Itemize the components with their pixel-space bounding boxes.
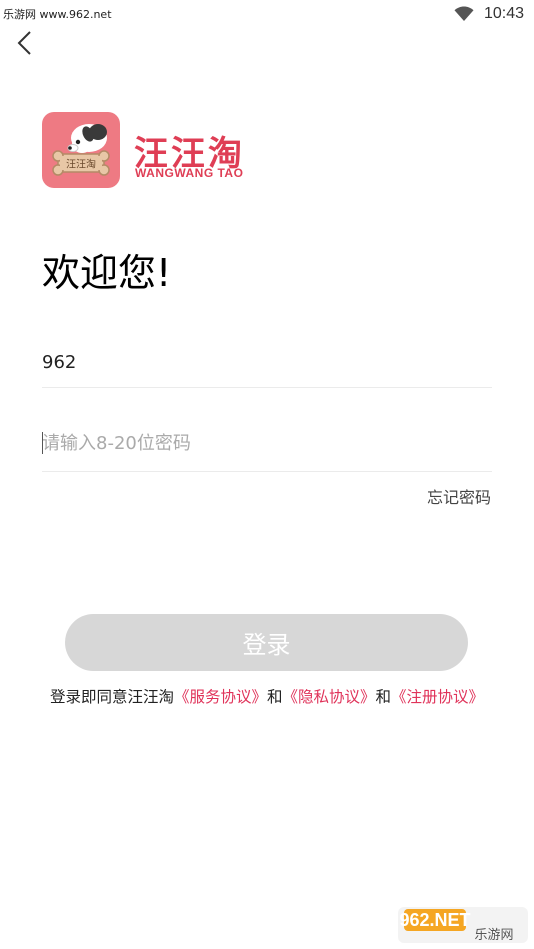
- status-time: 10:43: [483, 5, 524, 22]
- watermark-bottom-text: 乐游网: [474, 928, 513, 943]
- watermark-logo: 962.NET 乐游网: [398, 903, 528, 945]
- password-input[interactable]: [42, 420, 492, 466]
- wifi-icon: [454, 6, 474, 21]
- dog-logo-icon: 汪汪淘: [42, 112, 120, 188]
- password-field: [42, 420, 492, 472]
- agreement-text: 登录即同意汪汪淘《服务协议》和《隐私协议》和《注册协议》: [0, 685, 534, 707]
- agreement-and-2: 和: [375, 688, 392, 706]
- logo-subtitle: WANGWANG TAO: [135, 166, 244, 180]
- service-agreement-link[interactable]: 《服务协议》: [174, 688, 267, 706]
- app-logo: 汪汪淘 汪汪淘 WANGWANG TAO: [42, 112, 282, 190]
- watermark-top-text: 962.NET: [399, 910, 470, 930]
- forgot-password-link[interactable]: 忘记密码: [427, 484, 491, 508]
- back-button[interactable]: [12, 28, 38, 58]
- welcome-heading: 欢迎您!: [42, 251, 172, 295]
- login-button[interactable]: 登录: [65, 614, 468, 671]
- agreement-and-1: 和: [266, 688, 283, 706]
- status-bar: 乐游网 www.962.net 10:43: [0, 0, 534, 28]
- status-right: 10:43: [454, 5, 524, 23]
- register-agreement-link[interactable]: 《注册协议》: [391, 688, 484, 706]
- phone-input[interactable]: [42, 340, 492, 384]
- chevron-left-icon: [17, 31, 31, 55]
- status-site-text: 乐游网 www.962.net: [3, 8, 112, 21]
- agreement-prefix: 登录即同意汪汪淘: [49, 688, 174, 706]
- logo-badge-text: 汪汪淘: [66, 158, 96, 171]
- privacy-agreement-link[interactable]: 《隐私协议》: [283, 688, 376, 706]
- text-caret: [42, 432, 43, 454]
- phone-field: [42, 340, 492, 388]
